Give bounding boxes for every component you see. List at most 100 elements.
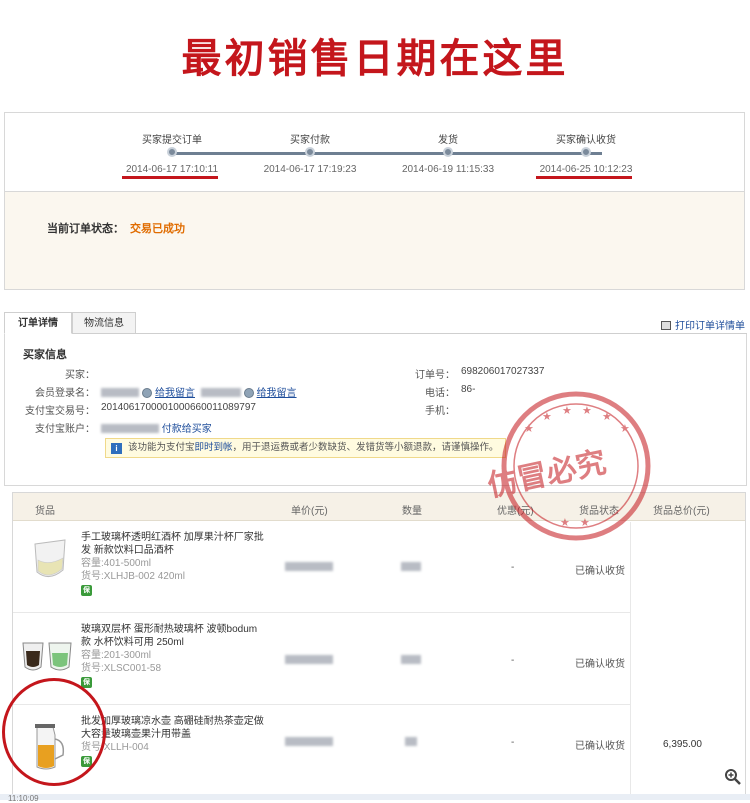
goods-total-price: 6,395.00 <box>663 739 702 750</box>
table-row: 玻璃双层杯 蛋形耐热玻璃杯 波顿bodum款 水杯饮料可用 250ml 容量:2… <box>13 613 630 705</box>
column-divider <box>630 522 631 795</box>
col-item: 货品 <box>35 506 55 517</box>
printer-icon <box>661 321 671 330</box>
quantity <box>401 562 421 573</box>
goods-spec: 容量:401-500ml <box>81 558 152 569</box>
order-no-label: 订单号： <box>415 370 455 381</box>
order-progress: 买家提交订单 2014-06-17 17:10:11 买家付款 2014-06-… <box>4 112 745 192</box>
step-label: 买家提交订单 <box>142 135 202 146</box>
alipay-trade-label: 支付宝交易号： <box>25 406 95 417</box>
redacted-name <box>101 388 139 397</box>
svg-text:★: ★ <box>580 516 590 529</box>
step-time: 2014-06-17 17:10:11 <box>125 164 219 175</box>
mobile-label: 手机： <box>425 406 455 417</box>
alipay-account-label: 支付宝账户： <box>35 424 95 435</box>
leave-message-link[interactable]: 给我留言 <box>155 388 195 399</box>
svg-text:★: ★ <box>582 404 592 417</box>
discount: - <box>511 655 515 666</box>
leave-message-link[interactable]: 给我留言 <box>257 388 297 399</box>
table-row: 批发加厚玻璃凉水壶 高硼硅耐热茶壶定做大容量玻璃壶果汁用带盖 货号:XLLH-0… <box>13 705 630 795</box>
wine-glass-thumbnail[interactable] <box>19 536 79 592</box>
step-label: 发货 <box>438 135 458 146</box>
svg-text:★: ★ <box>542 410 552 423</box>
zoom-icon[interactable] <box>724 768 742 786</box>
highlight-underline <box>122 176 218 179</box>
guarantee-badge-icon: 保 <box>81 585 92 596</box>
detail-tabs: 订单详情 物流信息 打印订单详情单 <box>4 312 747 334</box>
step-dot <box>581 147 591 157</box>
goods-title[interactable]: 玻璃双层杯 蛋形耐热玻璃杯 波顿bodum款 水杯饮料可用 250ml <box>81 623 266 649</box>
notice-suffix: ，用于退运费或者少数缺货、发错货等小额退款，请谨慎操作。 <box>232 442 499 453</box>
unit-price <box>285 562 333 573</box>
col-unit-price: 单价(元) <box>291 506 328 517</box>
goods-info: 批发加厚玻璃凉水壶 高硼硅耐热茶壶定做大容量玻璃壶果汁用带盖 货号:XLLH-0… <box>81 715 266 767</box>
tab-logistics[interactable]: 物流信息 <box>72 312 136 334</box>
discount: - <box>511 562 515 573</box>
goods-status: 已确认收货 <box>575 659 625 670</box>
double-wall-cup-thumbnail[interactable] <box>19 629 79 685</box>
col-quantity: 数量 <box>402 506 422 517</box>
wangwang-icon[interactable] <box>243 388 254 398</box>
member-value: 给我留言 给我留言 <box>101 384 297 399</box>
step-dot <box>305 147 315 157</box>
refund-notice: i 该功能为支付宝即时到帐，用于退运费或者少数缺货、发错货等小额退款，请谨慎操作… <box>105 438 506 458</box>
tab-order-detail[interactable]: 订单详情 <box>4 312 72 334</box>
svg-text:★: ★ <box>620 422 630 435</box>
status-value: 交易已成功 <box>130 223 185 235</box>
svg-text:★: ★ <box>562 404 572 417</box>
wangwang-icon[interactable] <box>142 388 152 398</box>
status-label: 当前订单状态： <box>47 223 124 235</box>
quantity <box>405 737 417 748</box>
print-label: 打印订单详情单 <box>675 321 745 332</box>
unit-price <box>285 655 333 666</box>
bottom-partial-text: 11:10:09 <box>8 794 39 803</box>
notice-link[interactable]: 即时到帐 <box>195 442 233 453</box>
print-order-link[interactable]: 打印订单详情单 <box>661 317 745 332</box>
alipay-trade-value: 2014061700001000660011089797 <box>101 402 256 413</box>
highlight-underline <box>536 176 632 179</box>
step-dot <box>167 147 177 157</box>
bottom-strip <box>0 794 750 800</box>
buyer-label: 买家： <box>65 370 95 381</box>
goods-info: 玻璃双层杯 蛋形耐热玻璃杯 波顿bodum款 水杯饮料可用 250ml 容量:2… <box>81 623 266 688</box>
member-label: 会员登录名： <box>35 388 95 399</box>
step-label: 买家付款 <box>290 135 330 146</box>
order-status-panel: 当前订单状态： 交易已成功 <box>4 192 745 290</box>
redacted-name <box>200 388 241 397</box>
info-icon: i <box>111 443 122 454</box>
banner: 最初销售日期在这里 <box>0 0 750 110</box>
goods-sku: 货号:XLHJB-002 420ml <box>81 571 185 582</box>
step-label: 买家确认收货 <box>556 135 616 146</box>
goods-status: 已确认收货 <box>575 741 625 752</box>
order-no-value: 698206017027337 <box>461 366 545 377</box>
goods-sku: 货号:XLLH-004 <box>81 742 149 753</box>
svg-text:★: ★ <box>524 422 534 435</box>
alipay-account-value: 付款给买家 <box>101 420 212 435</box>
quantity <box>401 655 421 666</box>
discount: - <box>511 737 515 748</box>
step-dot <box>443 147 453 157</box>
col-total: 货品总价(元) <box>653 506 710 517</box>
svg-text:★: ★ <box>560 516 570 529</box>
goods-title[interactable]: 批发加厚玻璃凉水壶 高硼硅耐热茶壶定做大容量玻璃壶果汁用带盖 <box>81 715 266 741</box>
goods-sku: 货号:XLSC001-58 <box>81 663 162 674</box>
goods-info: 手工玻璃杯透明红酒杯 加厚果汁杯厂家批发 新款饮料口品酒杯 容量:401-500… <box>81 531 266 596</box>
buyer-heading: 买家信息 <box>23 349 67 361</box>
step-time: 2014-06-25 10:12:23 <box>539 164 633 175</box>
svg-text:★: ★ <box>602 410 612 423</box>
highlight-circle <box>2 678 106 786</box>
unit-price <box>285 737 333 748</box>
banner-title: 最初销售日期在这里 <box>181 36 569 82</box>
step-time: 2014-06-17 17:19:23 <box>263 164 357 175</box>
redacted-account <box>101 424 159 433</box>
phone-value: 86- <box>461 384 476 395</box>
progress-track <box>170 152 602 155</box>
pay-to-buyer-link[interactable]: 付款给买家 <box>162 424 212 435</box>
goods-spec: 容量:201-300ml <box>81 650 152 661</box>
notice-prefix: 该功能为支付宝 <box>128 442 195 453</box>
phone-label: 电话： <box>425 388 455 399</box>
counterfeit-stamp: ★ ★ ★ ★ ★ ★ ★ ★ 仿冒必究 <box>485 391 651 541</box>
step-time: 2014-06-19 11:15:33 <box>401 164 495 175</box>
goods-title[interactable]: 手工玻璃杯透明红酒杯 加厚果汁杯厂家批发 新款饮料口品酒杯 <box>81 531 266 557</box>
goods-status: 已确认收货 <box>575 566 625 577</box>
